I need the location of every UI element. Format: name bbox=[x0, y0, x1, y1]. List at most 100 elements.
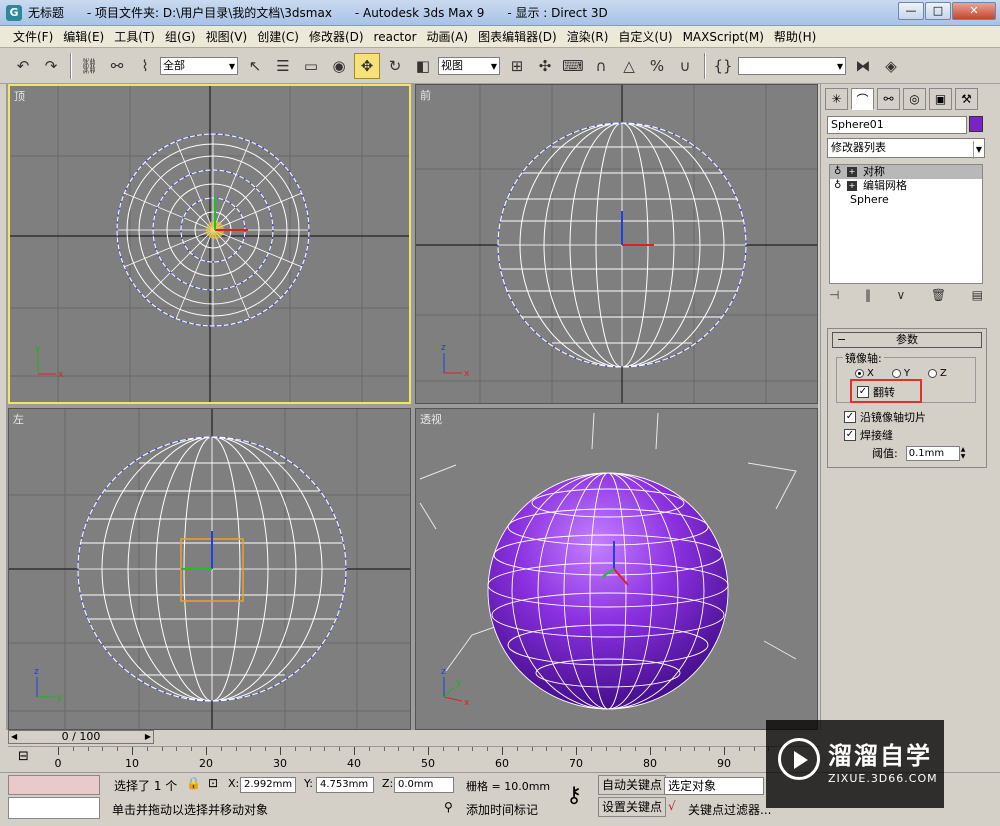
set-key-button[interactable]: 设置关键点 bbox=[598, 797, 667, 817]
spinner-snap-icon[interactable]: ∪ bbox=[672, 53, 698, 79]
menu-maxscript[interactable]: MAXScript(M) bbox=[678, 27, 769, 47]
menu-graph-editors[interactable]: 图表编辑器(D) bbox=[473, 27, 562, 47]
select-and-move-icon[interactable]: ✥ bbox=[354, 52, 380, 79]
modify-tab-icon[interactable]: ⌒ bbox=[851, 88, 874, 110]
stack-item-base-object[interactable]: Sphere bbox=[830, 193, 982, 207]
menu-file[interactable]: 文件(F) bbox=[8, 27, 58, 47]
snaps-toggle-icon[interactable]: ∩ bbox=[588, 53, 614, 79]
slice-checkbox[interactable]: ✓ bbox=[844, 411, 856, 423]
weld-checkbox-row[interactable]: ✓ 焊接缝 bbox=[844, 427, 893, 443]
menu-create[interactable]: 创建(C) bbox=[252, 27, 304, 47]
key-filters-button[interactable]: 关键点过滤器... bbox=[688, 801, 771, 818]
lock-selection-icon[interactable]: 🔒 bbox=[186, 776, 201, 790]
create-tab-icon[interactable]: ✳ bbox=[825, 88, 848, 110]
track-bar[interactable]: ⊟ 0 10 20 30 40 50 60 70 80 90 bbox=[8, 746, 820, 772]
time-slider[interactable]: ◀ 0 / 100 ▶ bbox=[8, 730, 154, 744]
window-crossing-icon[interactable]: ◉ bbox=[326, 53, 352, 79]
maxscript-listener-mini[interactable] bbox=[8, 775, 100, 795]
modifier-list-dropdown[interactable]: 修改器列表 bbox=[827, 138, 985, 159]
object-color-swatch[interactable] bbox=[969, 116, 983, 132]
weld-checkbox[interactable]: ✓ bbox=[844, 429, 856, 441]
configure-modifier-sets-icon[interactable]: ▤ bbox=[972, 288, 983, 308]
minimize-button[interactable]: — bbox=[898, 2, 924, 20]
bulb-icon[interactable]: ♁ bbox=[834, 179, 844, 193]
selection-filter-dropdown[interactable]: 全部 bbox=[160, 56, 238, 75]
expand-icon[interactable]: + bbox=[847, 181, 857, 191]
next-frame-icon[interactable]: ▶ bbox=[145, 731, 151, 743]
menu-views[interactable]: 视图(V) bbox=[201, 27, 253, 47]
show-end-result-icon[interactable]: ‖ bbox=[865, 288, 871, 308]
selection-set-dropdown[interactable]: 选定对象 bbox=[664, 777, 764, 795]
stack-item-edit-mesh[interactable]: ♁ + 编辑网格 bbox=[830, 179, 982, 193]
y-coord-field[interactable]: 4.753mm bbox=[316, 777, 374, 793]
link-icon[interactable]: ⛓ bbox=[76, 53, 102, 79]
menu-edit[interactable]: 编辑(E) bbox=[58, 27, 109, 47]
pivot-center-icon[interactable]: ⊞ bbox=[504, 53, 530, 79]
menu-group[interactable]: 组(G) bbox=[160, 27, 201, 47]
time-tag-icon[interactable]: ⚲ bbox=[444, 800, 453, 814]
undo-icon[interactable]: ↶ bbox=[10, 53, 36, 79]
edit-named-selection-icon[interactable]: {} bbox=[710, 53, 736, 79]
keyboard-shortcut-icon[interactable]: ⌨ bbox=[560, 53, 586, 79]
manipulate-icon[interactable]: ✣ bbox=[532, 53, 558, 79]
app-icon[interactable]: G bbox=[6, 4, 22, 21]
add-time-tag[interactable]: 添加时间标记 bbox=[466, 801, 538, 818]
expand-icon[interactable]: + bbox=[847, 167, 857, 177]
unlink-icon[interactable]: ⚯ bbox=[104, 53, 130, 79]
remove-modifier-icon[interactable]: 🗑 bbox=[931, 288, 946, 308]
menu-modifiers[interactable]: 修改器(D) bbox=[304, 27, 369, 47]
select-by-name-icon[interactable]: ☰ bbox=[270, 53, 296, 79]
select-object-icon[interactable]: ↖ bbox=[242, 53, 268, 79]
bulb-icon[interactable]: ♁ bbox=[834, 165, 844, 179]
rollout-header[interactable]: − 参数 bbox=[832, 332, 982, 348]
threshold-field[interactable]: 0.1mm bbox=[905, 445, 960, 461]
viewport-front[interactable]: 前 z x bbox=[415, 84, 818, 404]
spinner-arrows-icon[interactable]: ▲ ▼ bbox=[961, 446, 969, 461]
redo-icon[interactable]: ↷ bbox=[38, 53, 64, 79]
select-and-scale-icon[interactable]: ◧ bbox=[410, 53, 436, 79]
menu-animation[interactable]: 动画(A) bbox=[422, 27, 474, 47]
align-icon[interactable]: ◈ bbox=[878, 53, 904, 79]
prev-frame-icon[interactable]: ◀ bbox=[11, 731, 17, 743]
rect-selection-icon[interactable]: ▭ bbox=[298, 53, 324, 79]
menu-rendering[interactable]: 渲染(R) bbox=[562, 27, 614, 47]
display-tab-icon[interactable]: ▣ bbox=[929, 88, 952, 110]
percent-snap-icon[interactable]: % bbox=[644, 53, 670, 79]
angle-snap-icon[interactable]: △ bbox=[616, 53, 642, 79]
y-label: Y: bbox=[304, 777, 313, 790]
viewport-perspective[interactable]: 透视 z x y bbox=[415, 408, 818, 730]
bind-spacewarp-icon[interactable]: ⌇ bbox=[132, 53, 158, 79]
viewport-top[interactable]: 顶 y x bbox=[8, 84, 411, 404]
absolute-mode-icon[interactable]: ⊡ bbox=[208, 776, 218, 790]
hierarchy-tab-icon[interactable]: ⚯ bbox=[877, 88, 900, 110]
reference-coord-dropdown[interactable]: 视图 bbox=[438, 56, 500, 75]
mirror-icon[interactable]: ⧓ bbox=[850, 53, 876, 79]
menu-tools[interactable]: 工具(T) bbox=[109, 27, 160, 47]
pin-stack-icon[interactable]: ⊣ bbox=[829, 288, 839, 308]
motion-tab-icon[interactable]: ◎ bbox=[903, 88, 926, 110]
curve-editor-icon[interactable]: ⊟ bbox=[18, 749, 40, 769]
select-and-rotate-icon[interactable]: ↻ bbox=[382, 53, 408, 79]
z-coord-field[interactable]: 0.0mm bbox=[394, 777, 454, 793]
maximize-button[interactable]: □ bbox=[925, 2, 951, 20]
menu-help[interactable]: 帮助(H) bbox=[769, 27, 821, 47]
maxscript-result-mini[interactable] bbox=[8, 797, 100, 819]
axis-x-radio[interactable]: X bbox=[855, 368, 874, 379]
named-selection-dropdown[interactable] bbox=[738, 56, 846, 75]
utilities-tab-icon[interactable]: ⚒ bbox=[955, 88, 978, 110]
key-mode-icon[interactable]: √ bbox=[668, 799, 676, 813]
set-key-icon[interactable]: ⚷ bbox=[566, 783, 582, 808]
collapse-icon[interactable]: − bbox=[837, 333, 846, 347]
menu-customize[interactable]: 自定义(U) bbox=[613, 27, 677, 47]
axis-z-radio[interactable]: Z bbox=[927, 368, 947, 379]
viewport-left[interactable]: 左 z y bbox=[8, 408, 411, 730]
axis-y-radio[interactable]: Y bbox=[891, 368, 910, 379]
stack-item-symmetry[interactable]: ♁ + 对称 bbox=[830, 165, 982, 179]
close-button[interactable]: ✕ bbox=[952, 2, 996, 20]
slice-checkbox-row[interactable]: ✓ 沿镜像轴切片 bbox=[844, 409, 926, 425]
make-unique-icon[interactable]: ∨ bbox=[897, 288, 906, 308]
x-coord-field[interactable]: 2.992mm bbox=[240, 777, 296, 793]
object-name-field[interactable]: Sphere01 bbox=[827, 116, 967, 134]
menu-reactor[interactable]: reactor bbox=[369, 27, 422, 47]
auto-key-button[interactable]: 自动关键点 bbox=[598, 775, 667, 795]
